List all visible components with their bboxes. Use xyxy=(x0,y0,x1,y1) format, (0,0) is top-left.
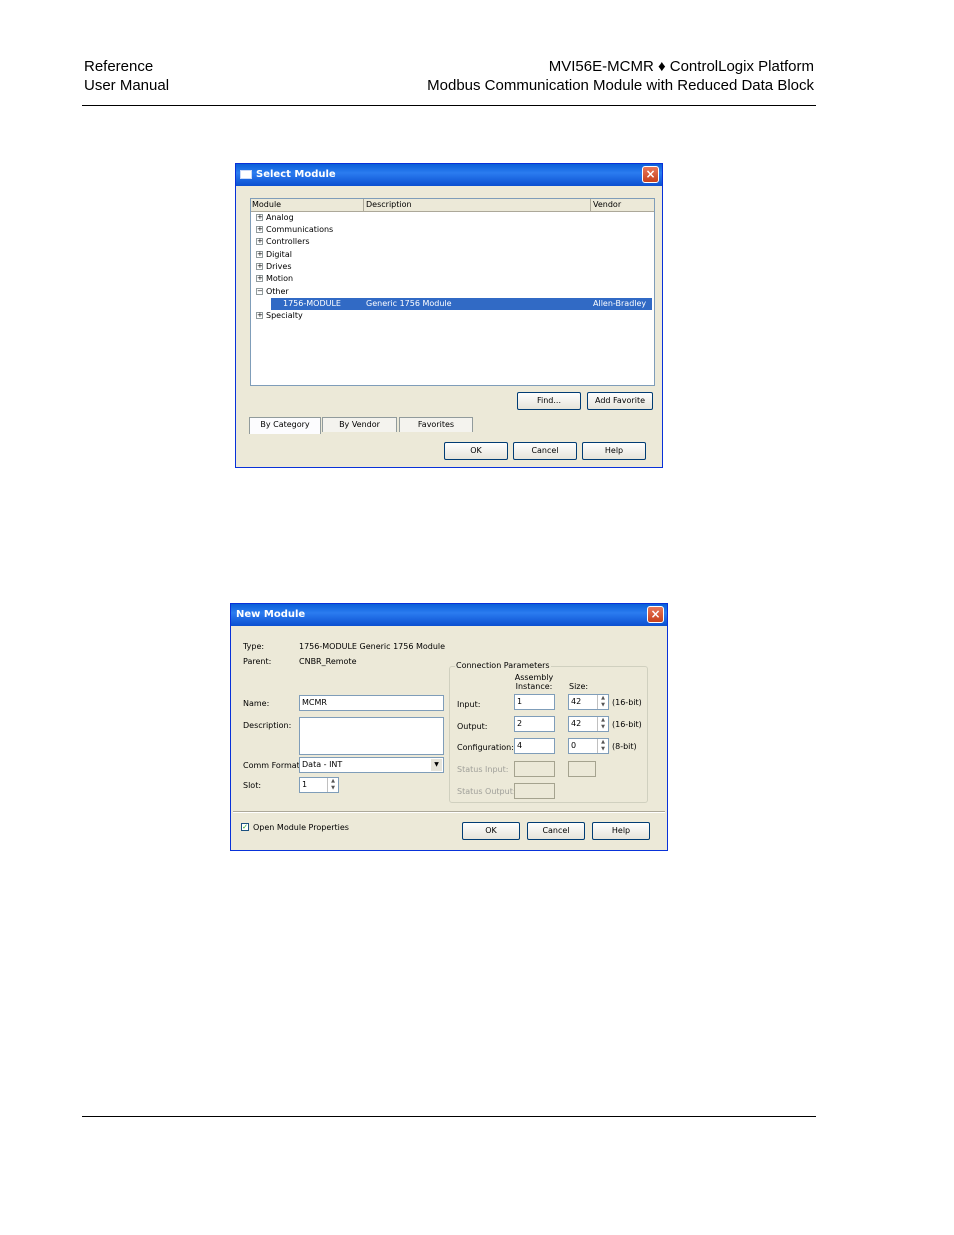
tree-item-controllers[interactable]: + Controllers xyxy=(256,236,310,248)
tree-item-motion[interactable]: + Motion xyxy=(256,273,293,285)
close-icon[interactable]: × xyxy=(642,166,659,183)
status-input-field xyxy=(514,761,555,777)
col-divider xyxy=(590,199,591,211)
output-size-stepper[interactable]: 42 ▲ ▼ xyxy=(568,716,609,732)
output-label: Output: xyxy=(457,722,488,731)
tree-item-digital[interactable]: + Digital xyxy=(256,249,292,261)
col-divider xyxy=(363,199,364,211)
module-list[interactable]: Module Description Vendor + Analog + Commu… xyxy=(250,198,655,410)
ok-button[interactable]: OK xyxy=(444,442,508,460)
new-module-titlebar: New Module × xyxy=(231,604,667,626)
spinner-icon[interactable]: ▲ ▼ xyxy=(597,695,608,709)
expand-icon[interactable]: + xyxy=(256,214,263,221)
slot-label: Slot: xyxy=(243,781,262,790)
status-output-label: Status Output: xyxy=(457,787,516,796)
slot-stepper[interactable]: 1 ▲ ▼ xyxy=(299,777,339,793)
tab-by-category[interactable]: By Category xyxy=(249,417,321,434)
input-size-stepper[interactable]: 42 ▲ ▼ xyxy=(568,694,609,710)
input-unit: (16-bit) xyxy=(612,698,642,707)
col-description[interactable]: Description xyxy=(366,200,412,209)
type-value: 1756-MODULE Generic 1756 Module xyxy=(299,642,446,651)
chevron-down-icon[interactable]: ▼ xyxy=(431,759,442,771)
cancel-button[interactable]: Cancel xyxy=(513,442,577,460)
new-module-dialog: New Module × Type: 1756-MODULE Generic 1… xyxy=(230,603,668,851)
selected-description: Generic 1756 Module xyxy=(366,299,452,308)
tab-favorites[interactable]: Favorites xyxy=(399,417,473,432)
help-button[interactable]: Help xyxy=(592,822,650,840)
size-header: Size: xyxy=(569,682,589,691)
header-subtitle: Modbus Communication Module with Reduced… xyxy=(427,77,814,94)
configuration-label: Configuration: xyxy=(457,743,514,752)
select-module-title: Select Module xyxy=(256,169,336,180)
select-module-dialog: Select Module × Module Description Vendo… xyxy=(235,163,663,468)
input-label: Input: xyxy=(457,700,481,709)
header-right: MVI56E-MCMR ♦ ControlLogix Platform Modb… xyxy=(427,57,814,95)
status-input-size-field xyxy=(568,761,596,777)
tree-item-analog[interactable]: + Analog xyxy=(256,212,294,224)
open-properties-label: Open Module Properties xyxy=(253,823,349,832)
list-header: Module Description Vendor xyxy=(251,199,654,212)
parent-value: CNBR_Remote xyxy=(299,657,357,666)
window-icon xyxy=(240,170,252,179)
cancel-button[interactable]: Cancel xyxy=(527,822,585,840)
select-module-titlebar: Select Module × xyxy=(236,164,662,186)
comm-format-select[interactable]: Data - INT ▼ xyxy=(299,757,444,773)
name-label: Name: xyxy=(243,699,270,708)
header-reference: Reference xyxy=(84,58,154,75)
spinner-icon[interactable]: ▲ ▼ xyxy=(327,778,338,792)
header-rule xyxy=(82,105,816,106)
description-label: Description: xyxy=(243,721,292,730)
col-module[interactable]: Module xyxy=(252,200,281,209)
tree-item-other[interactable]: − Other xyxy=(256,286,289,298)
config-instance-field[interactable]: 4 xyxy=(514,738,555,754)
ok-button[interactable]: OK xyxy=(462,822,520,840)
open-properties-checkbox[interactable]: ✓ xyxy=(241,823,249,831)
comm-format-label: Comm Format: xyxy=(243,761,303,770)
spinner-icon[interactable]: ▲ ▼ xyxy=(597,717,608,731)
expand-icon[interactable]: + xyxy=(256,263,263,270)
close-icon[interactable]: × xyxy=(647,606,664,623)
config-unit: (8-bit) xyxy=(612,742,637,751)
tree-item-communications[interactable]: + Communications xyxy=(256,224,333,236)
input-instance-field[interactable]: 1 xyxy=(514,694,555,710)
new-module-title: New Module xyxy=(236,609,306,620)
output-unit: (16-bit) xyxy=(612,720,642,729)
find-button[interactable]: Find... xyxy=(517,392,581,410)
selected-module: 1756-MODULE xyxy=(283,299,341,308)
expand-icon[interactable]: + xyxy=(256,226,263,233)
status-input-label: Status Input: xyxy=(457,765,509,774)
col-vendor[interactable]: Vendor xyxy=(593,200,621,209)
parent-label: Parent: xyxy=(243,657,272,666)
description-input[interactable] xyxy=(299,717,444,755)
header-user-manual: User Manual xyxy=(84,77,170,94)
assembly-instance-header: Assembly Instance: xyxy=(514,673,554,691)
tree-item-drives[interactable]: + Drives xyxy=(256,261,292,273)
tree-item-specialty[interactable]: + Specialty xyxy=(256,310,303,322)
name-input[interactable]: MCMR xyxy=(299,695,444,711)
list-item-selected[interactable]: 1756-MODULE Generic 1756 Module Allen-Br… xyxy=(271,298,652,310)
connection-group-label: Connection Parameters xyxy=(455,661,551,671)
header-left: Reference User Manual xyxy=(84,57,169,95)
separator xyxy=(233,811,665,813)
add-favorite-button[interactable]: Add Favorite xyxy=(587,392,653,410)
expand-icon[interactable]: + xyxy=(256,238,263,245)
expand-icon[interactable]: + xyxy=(256,312,263,319)
config-size-stepper[interactable]: 0 ▲ ▼ xyxy=(568,738,609,754)
output-instance-field[interactable]: 2 xyxy=(514,716,555,732)
expand-icon[interactable]: + xyxy=(256,275,263,282)
header-product: MVI56E-MCMR ♦ ControlLogix Platform xyxy=(548,58,814,75)
type-label: Type: xyxy=(243,642,265,651)
status-output-field xyxy=(514,783,555,799)
tab-by-vendor[interactable]: By Vendor xyxy=(322,417,397,432)
footer-rule xyxy=(82,1116,816,1117)
spinner-icon[interactable]: ▲ ▼ xyxy=(597,739,608,753)
help-button[interactable]: Help xyxy=(582,442,646,460)
comm-format-value: Data - INT xyxy=(302,760,343,769)
collapse-icon[interactable]: − xyxy=(256,288,263,295)
expand-icon[interactable]: + xyxy=(256,251,263,258)
selected-vendor: Allen-Bradley xyxy=(593,299,647,308)
